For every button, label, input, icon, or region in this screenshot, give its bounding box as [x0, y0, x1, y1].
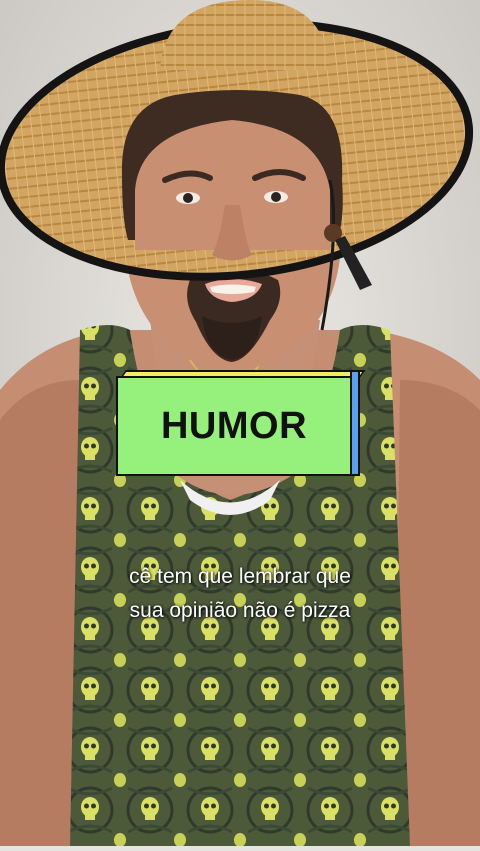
humor-badge: HUMOR	[116, 370, 366, 476]
badge-label: HUMOR	[160, 404, 308, 447]
caption-line-1: cê tem que lembrar que	[129, 565, 351, 588]
caption-line-2: sua opinião não é pizza	[129, 599, 351, 622]
subtitle-caption: cê tem que lembrar que sua opinião não é…	[0, 560, 480, 628]
